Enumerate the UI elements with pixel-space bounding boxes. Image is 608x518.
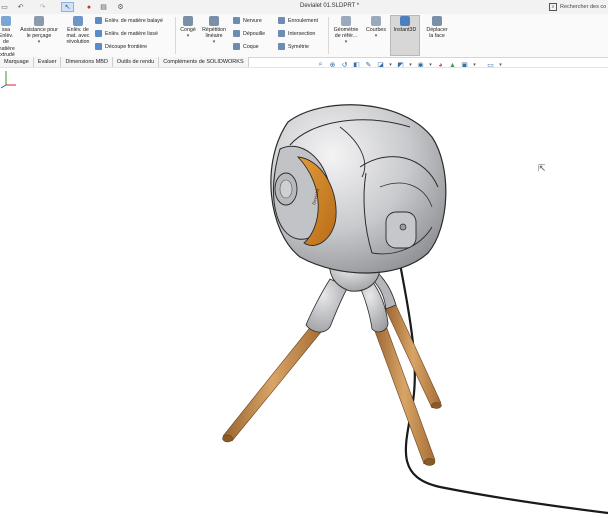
tab-evaluer[interactable]: Evaluer: [33, 57, 62, 67]
ribbon-separator: [328, 17, 329, 54]
chevron-down-icon[interactable]: ▾: [213, 39, 216, 45]
boundary-cut-button[interactable]: Découpe frontière: [95, 43, 147, 50]
hole-wizard-icon: [34, 16, 44, 26]
title-bar: ▭ ↶ ↷ ↖ ● ▤ ⚙ Devialet 01.SLDPRT * ⌕ Rec…: [0, 0, 608, 15]
driver-center: [279, 179, 293, 199]
reference-geometry-button[interactable]: Géométrie de référ... ▾: [330, 16, 362, 46]
draft-button[interactable]: Dépouille: [233, 30, 265, 37]
rib-button[interactable]: Nervure: [233, 17, 262, 24]
speaker-model[interactable]: Devialet: [0, 67, 608, 518]
revolve-cut-button[interactable]: Enlèv. de mat. avec révolution: [63, 16, 93, 46]
mirror-icon: [278, 43, 285, 50]
instant3d-button[interactable]: Instant3D: [391, 16, 419, 33]
tab-complements-solidworks[interactable]: Compléments de SOLIDWORKS: [159, 57, 249, 67]
graphics-area[interactable]: Devialet ⇱: [0, 67, 608, 518]
traffic-light-icon[interactable]: ●: [85, 2, 93, 12]
tab-marquage[interactable]: Marquage: [0, 57, 34, 67]
new-doc-icon[interactable]: ▭: [0, 2, 9, 12]
redo-icon[interactable]: ↷: [38, 2, 47, 12]
chevron-down-icon[interactable]: ▾: [38, 39, 41, 45]
file-properties-icon[interactable]: ▤: [99, 2, 108, 12]
curves-button[interactable]: Courbes ▾: [364, 16, 388, 39]
chevron-down-icon[interactable]: ▾: [375, 33, 378, 39]
shell-icon: [233, 43, 240, 50]
undo-icon[interactable]: ↶: [16, 2, 25, 12]
solidworks-window: ▭ ↶ ↷ ↖ ● ▤ ⚙ Devialet 01.SLDPRT * ⌕ Rec…: [0, 0, 608, 518]
extrude-cut-icon: [1, 16, 11, 26]
command-manager-tabs: Marquage Evaluer Dimensions MBD Outils d…: [0, 57, 255, 67]
command-manager-ribbon: ssa Enlèv. de matière extrudé Assistance…: [0, 14, 608, 58]
wrap-button[interactable]: Enroulement: [278, 17, 318, 24]
swept-cut-button[interactable]: Enlèv. de matière balayé: [95, 17, 163, 24]
select-pointer-icon[interactable]: ↖: [61, 2, 74, 12]
linear-pattern-icon: [209, 16, 219, 26]
shell-button[interactable]: Coque: [233, 43, 259, 50]
revolve-cut-icon: [73, 16, 83, 26]
search-placeholder: Rechercher des co: [560, 4, 607, 10]
linear-pattern-button[interactable]: Répétition linéaire ▾: [200, 16, 228, 46]
mouse-cursor-icon: ⇱: [538, 163, 546, 173]
instant3d-icon: [400, 16, 410, 26]
options-gear-icon[interactable]: ⚙: [116, 2, 125, 12]
tab-outils-de-rendu[interactable]: Outils de rendu: [112, 57, 160, 67]
tripod-leg-left: [222, 324, 323, 443]
intersect-icon: [278, 30, 285, 37]
chevron-down-icon[interactable]: ▾: [345, 39, 348, 45]
lofted-cut-icon: [95, 30, 102, 37]
connector-port: [399, 223, 407, 231]
tab-dimensions-mbd[interactable]: Dimensions MBD: [61, 57, 113, 67]
swept-cut-icon: [95, 17, 102, 24]
intersect-button[interactable]: Intersection: [278, 30, 315, 37]
wrap-icon: [278, 17, 285, 24]
search-icon: ⌕: [549, 3, 557, 11]
ribbon-separator: [175, 17, 176, 54]
reference-geometry-icon: [341, 16, 351, 26]
fillet-button[interactable]: Congé ▾: [178, 16, 198, 39]
mirror-button[interactable]: Symétrie: [278, 43, 309, 50]
hole-wizard-button[interactable]: Assistance pour le perçage ▾: [17, 16, 61, 46]
extrude-cut-button[interactable]: ssa Enlèv. de matière extrudé: [0, 16, 16, 58]
move-face-button[interactable]: Déplacer la face: [423, 16, 451, 39]
curves-icon: [371, 16, 381, 26]
triad-axis-icon: [0, 71, 16, 89]
fillet-icon: [183, 16, 193, 26]
document-title: Devialet 01.SLDPRT *: [300, 3, 360, 9]
draft-icon: [233, 30, 240, 37]
boundary-cut-icon: [95, 43, 102, 50]
move-face-icon: [432, 16, 442, 26]
search-commands[interactable]: ⌕ Rechercher des co: [549, 2, 608, 12]
lofted-cut-button[interactable]: Enlèv. de matière lissé: [95, 30, 158, 37]
rib-icon: [233, 17, 240, 24]
chevron-down-icon[interactable]: ▾: [187, 33, 190, 39]
connector-plate: [385, 211, 417, 249]
